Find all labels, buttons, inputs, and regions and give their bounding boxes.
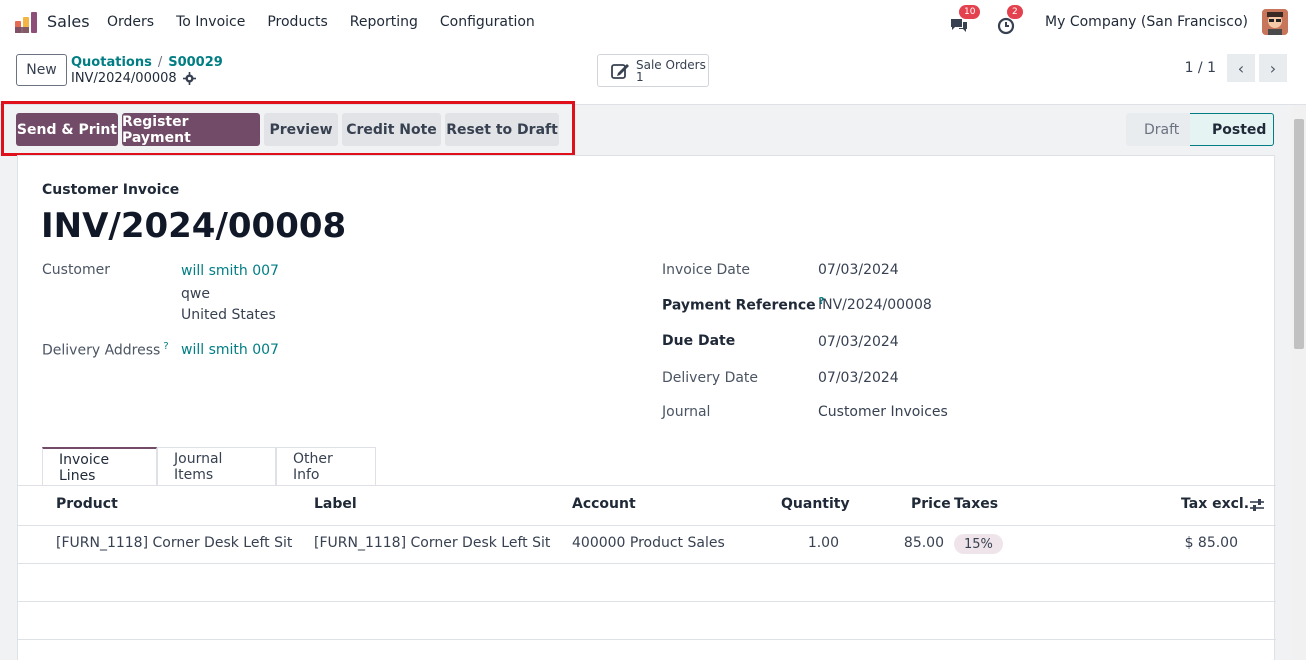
due-date-value[interactable]: 07/03/2024 <box>818 334 899 350</box>
scrollbar-thumb[interactable] <box>1294 119 1304 349</box>
invoice-date-value[interactable]: 07/03/2024 <box>818 262 899 278</box>
menu-products[interactable]: Products <box>267 14 327 30</box>
notebook-tabs: Invoice Lines Journal Items Other Info <box>42 447 376 486</box>
tab-invoice-lines[interactable]: Invoice Lines <box>42 447 157 486</box>
delivery-date-value[interactable]: 07/03/2024 <box>818 370 899 386</box>
breadcrumb-quotations[interactable]: Quotations <box>71 55 152 70</box>
record-name: INV/2024/00008 <box>71 71 196 86</box>
delivery-address-label: Delivery Address? <box>42 341 169 359</box>
scrollbar[interactable] <box>1292 105 1306 660</box>
payment-reference-label-text: Payment Reference <box>662 297 816 314</box>
customer-link[interactable]: will smith 007 <box>181 263 279 279</box>
chevron-left-icon: ‹ <box>1237 58 1245 78</box>
cell-account[interactable]: 400000 Product Sales <box>572 535 725 551</box>
sales-app-icon[interactable] <box>14 11 38 35</box>
smart-button-text: Sale Orders 1 <box>636 59 706 83</box>
delivery-date-label: Delivery Date <box>662 370 759 386</box>
payment-reference-value[interactable]: INV/2024/00008 <box>818 297 932 313</box>
status-posted[interactable]: Posted <box>1190 113 1274 146</box>
app-name[interactable]: Sales <box>47 12 90 31</box>
cell-product[interactable]: [FURN_1118] Corner Desk Left Sit <box>56 535 292 551</box>
journal-label: Journal <box>662 404 711 420</box>
column-header-tax-excl[interactable]: Tax excl. <box>1181 496 1249 512</box>
table-row-divider <box>18 601 1276 602</box>
new-button[interactable]: New <box>16 54 67 86</box>
menu-reporting[interactable]: Reporting <box>350 14 418 30</box>
company-switcher[interactable]: My Company (San Francisco) <box>1045 14 1248 30</box>
column-header-account[interactable]: Account <box>572 496 636 512</box>
breadcrumb-order[interactable]: S00029 <box>168 55 223 70</box>
highlight-box <box>1 101 575 156</box>
cell-label[interactable]: [FURN_1118] Corner Desk Left Sit <box>314 535 550 551</box>
journal-value[interactable]: Customer Invoices <box>818 404 948 420</box>
pager-previous-button[interactable]: ‹ <box>1227 54 1255 82</box>
table-row-divider <box>18 563 1276 564</box>
cell-tax-excl: $ 85.00 <box>1184 535 1238 551</box>
chevron-right-icon: › <box>1269 58 1277 78</box>
sale-orders-smart-button[interactable]: Sale Orders 1 <box>597 54 709 87</box>
user-avatar[interactable] <box>1262 9 1288 35</box>
help-icon[interactable]: ? <box>163 341 168 352</box>
customer-label: Customer <box>42 262 111 278</box>
gear-icon[interactable] <box>182 72 196 85</box>
table-row-divider <box>18 639 1276 640</box>
column-header-label[interactable]: Label <box>314 496 357 512</box>
chat-button[interactable]: 10 <box>949 5 981 33</box>
status-draft[interactable]: Draft <box>1126 113 1190 146</box>
systray: 10 2 My Company (San Francisco) <box>949 5 1288 35</box>
tab-other-info[interactable]: Other Info <box>276 447 376 486</box>
status-bar: Draft Posted <box>1126 113 1274 146</box>
pager-value[interactable]: 1 / 1 <box>1185 60 1216 76</box>
customer-address-line1: qwe <box>181 286 210 302</box>
activity-count-badge: 2 <box>1007 5 1023 19</box>
table-header-divider <box>18 525 1276 526</box>
tab-divider <box>18 485 1276 486</box>
breadcrumb-separator: / <box>157 55 163 70</box>
payment-reference-label: Payment Reference? <box>662 296 824 314</box>
smart-button-count: 1 <box>636 69 644 84</box>
top-navbar: Sales Orders To Invoice Products Reporti… <box>0 0 1306 46</box>
edit-icon <box>611 63 629 79</box>
smart-button-label: Sale Orders <box>636 57 706 72</box>
column-header-taxes[interactable]: Taxes <box>954 496 998 512</box>
cell-price[interactable]: 85.00 <box>888 535 944 551</box>
form-sheet: Customer Invoice INV/2024/00008 Customer… <box>17 155 1276 660</box>
menu-to-invoice[interactable]: To Invoice <box>176 14 245 30</box>
avatar-icon <box>1262 9 1288 35</box>
chat-count-badge: 10 <box>959 5 981 19</box>
menu-configuration[interactable]: Configuration <box>440 14 535 30</box>
menu-orders[interactable]: Orders <box>107 14 154 30</box>
delivery-address-link[interactable]: will smith 007 <box>181 342 279 358</box>
tax-badge[interactable]: 15% <box>954 534 1003 554</box>
delivery-address-label-text: Delivery Address <box>42 342 161 359</box>
column-header-quantity[interactable]: Quantity <box>781 496 850 512</box>
document-type: Customer Invoice <box>42 182 180 198</box>
column-header-price[interactable]: Price <box>911 496 951 512</box>
invoice-date-label: Invoice Date <box>662 262 750 278</box>
optional-columns-icon[interactable] <box>1249 498 1265 512</box>
pager-next-button[interactable]: › <box>1259 54 1287 82</box>
main-menu: Orders To Invoice Products Reporting Con… <box>107 14 557 30</box>
cell-quantity[interactable]: 1.00 <box>781 535 839 551</box>
invoice-number: INV/2024/00008 <box>41 206 347 246</box>
tab-journal-items[interactable]: Journal Items <box>157 447 276 486</box>
activity-button[interactable]: 2 <box>997 5 1023 35</box>
record-name-text: INV/2024/00008 <box>71 71 177 86</box>
due-date-label: Due Date <box>662 333 736 349</box>
control-panel: New Quotations / S00029 INV/2024/00008 Sal… <box>0 46 1306 105</box>
customer-address-line2: United States <box>181 307 276 323</box>
breadcrumb: Quotations / S00029 <box>71 55 223 70</box>
column-header-product[interactable]: Product <box>56 496 118 512</box>
